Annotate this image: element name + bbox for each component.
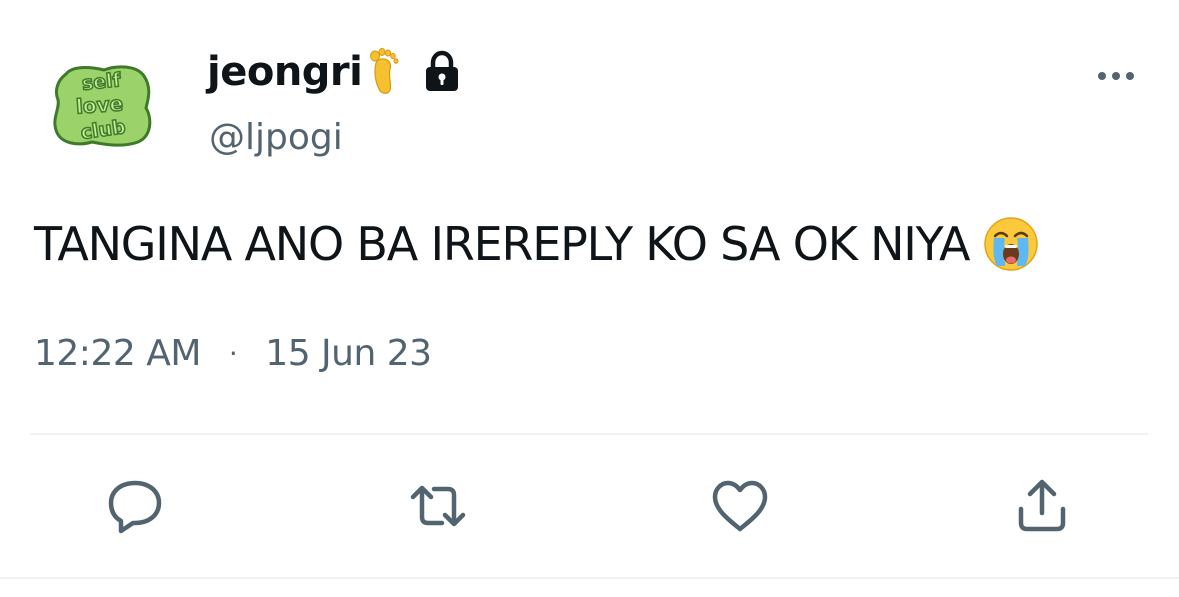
like-button[interactable] [710, 478, 770, 534]
avatar[interactable]: self love club [52, 60, 152, 148]
share-icon [1018, 479, 1066, 532]
tweet-time: 12:22 AM [34, 333, 201, 374]
author-name-row[interactable]: jeongri [207, 42, 462, 102]
author-handle[interactable]: @ljpogi [209, 117, 343, 158]
more-horizontal-icon [1098, 72, 1134, 80]
reply-icon [108, 480, 162, 534]
separator-dot: · [228, 337, 238, 370]
tweet-timestamp[interactable]: 12:22 AM · 15 Jun 23 [34, 333, 432, 374]
tweet-text: TANGINA ANO BA IREREPLY KO SA OK NIYA [34, 216, 1039, 272]
self-love-club-logo: self love club [53, 65, 152, 147]
svg-text:love: love [75, 91, 124, 118]
share-button[interactable] [1012, 478, 1072, 534]
foot-icon [370, 48, 399, 94]
tweet-text-content: TANGINA ANO BA IREREPLY KO SA OK NIYA [34, 217, 970, 271]
display-name[interactable]: jeongri [207, 49, 363, 95]
lock-icon [426, 50, 459, 91]
retweet-button[interactable] [408, 478, 468, 534]
more-options-button[interactable] [1094, 58, 1138, 94]
tweet-date: 15 Jun 23 [265, 333, 432, 374]
tweet-detail: self love club jeongri @ljpogi TANGINA A… [0, 0, 1179, 597]
divider [30, 433, 1148, 435]
bottom-divider [0, 577, 1179, 579]
like-icon [712, 480, 768, 532]
retweet-icon [410, 485, 466, 527]
reply-button[interactable] [104, 478, 164, 534]
loudly-crying-face-icon [984, 217, 1039, 271]
